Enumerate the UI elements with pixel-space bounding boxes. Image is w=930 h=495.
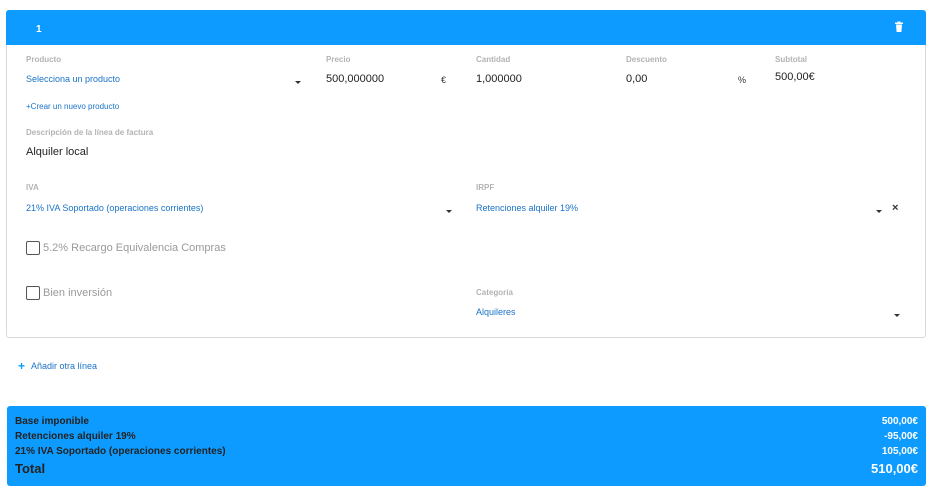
price-input[interactable]: 500,000000 <box>326 73 384 85</box>
product-chevron-down-icon[interactable] <box>295 81 301 84</box>
iva-select[interactable]: 21% IVA Soportado (operaciones corriente… <box>26 203 203 213</box>
product-select[interactable]: Selecciona un producto <box>26 74 120 84</box>
recargo-checkbox-box[interactable] <box>26 241 40 255</box>
total-label: Total <box>15 461 46 476</box>
add-line-label: Añadir otra línea <box>31 361 98 371</box>
line-number: 1 <box>36 24 42 35</box>
product-label: Producto <box>26 55 62 64</box>
subtotal-value: 500,00€ <box>775 71 815 83</box>
trash-icon[interactable] <box>893 21 905 33</box>
price-label: Precio <box>326 55 351 64</box>
subtotal-label: Subtotal <box>775 55 807 64</box>
add-line-button[interactable]: + Añadir otra línea <box>18 359 98 373</box>
recargo-checkbox-label: 5.2% Recargo Equivalencia Compras <box>43 242 226 254</box>
description-label: Descripción de la línea de factura <box>26 128 154 137</box>
retenciones-label: Retenciones alquiler 19% <box>15 431 136 442</box>
base-label: Base imponible <box>15 416 89 427</box>
iva-total-value: 105,00€ <box>881 446 918 457</box>
description-input[interactable]: Alquiler local <box>26 146 88 158</box>
totals-panel: Base imponible 500,00€ Retenciones alqui… <box>7 406 926 486</box>
iva-total-label: 21% IVA Soportado (operaciones corriente… <box>15 446 226 457</box>
totals-row-retenciones: Retenciones alquiler 19% -95,00€ <box>15 431 918 442</box>
quantity-input[interactable]: 1,000000 <box>476 73 522 85</box>
retenciones-value: -95,00€ <box>884 431 918 442</box>
category-chevron-down-icon[interactable] <box>894 314 900 317</box>
base-value: 500,00€ <box>881 416 918 427</box>
totals-row-total: Total 510,00€ <box>15 461 918 476</box>
discount-input[interactable]: 0,00 <box>626 73 647 85</box>
category-label: Categoría <box>476 288 513 297</box>
plus-icon: + <box>18 359 26 373</box>
irpf-clear-icon[interactable]: × <box>892 202 898 214</box>
inversion-checkbox[interactable]: Bien inversión <box>26 286 112 300</box>
inversion-checkbox-label: Bien inversión <box>43 287 113 299</box>
invoice-line-card: 1 Producto Precio Cantidad Descuento Sub… <box>6 10 926 338</box>
irpf-label: IRPF <box>476 183 495 192</box>
iva-chevron-down-icon[interactable] <box>446 210 452 213</box>
total-value: 510,00€ <box>871 461 918 476</box>
totals-row-iva: 21% IVA Soportado (operaciones corriente… <box>15 446 918 457</box>
recargo-checkbox[interactable]: 5.2% Recargo Equivalencia Compras <box>26 241 226 255</box>
totals-row-base: Base imponible 500,00€ <box>15 416 918 427</box>
category-select[interactable]: Alquileres <box>476 307 516 317</box>
inversion-checkbox-box[interactable] <box>26 286 40 300</box>
iva-label: IVA <box>26 183 39 192</box>
quantity-label: Cantidad <box>476 55 511 64</box>
price-unit: € <box>441 75 447 85</box>
discount-unit: % <box>738 75 747 85</box>
discount-label: Descuento <box>626 55 667 64</box>
invoice-line-header: 1 <box>6 10 926 45</box>
irpf-select[interactable]: Retenciones alquiler 19% <box>476 203 578 213</box>
irpf-chevron-down-icon[interactable] <box>876 210 882 213</box>
create-product-link[interactable]: +Crear un nuevo producto <box>26 102 119 111</box>
